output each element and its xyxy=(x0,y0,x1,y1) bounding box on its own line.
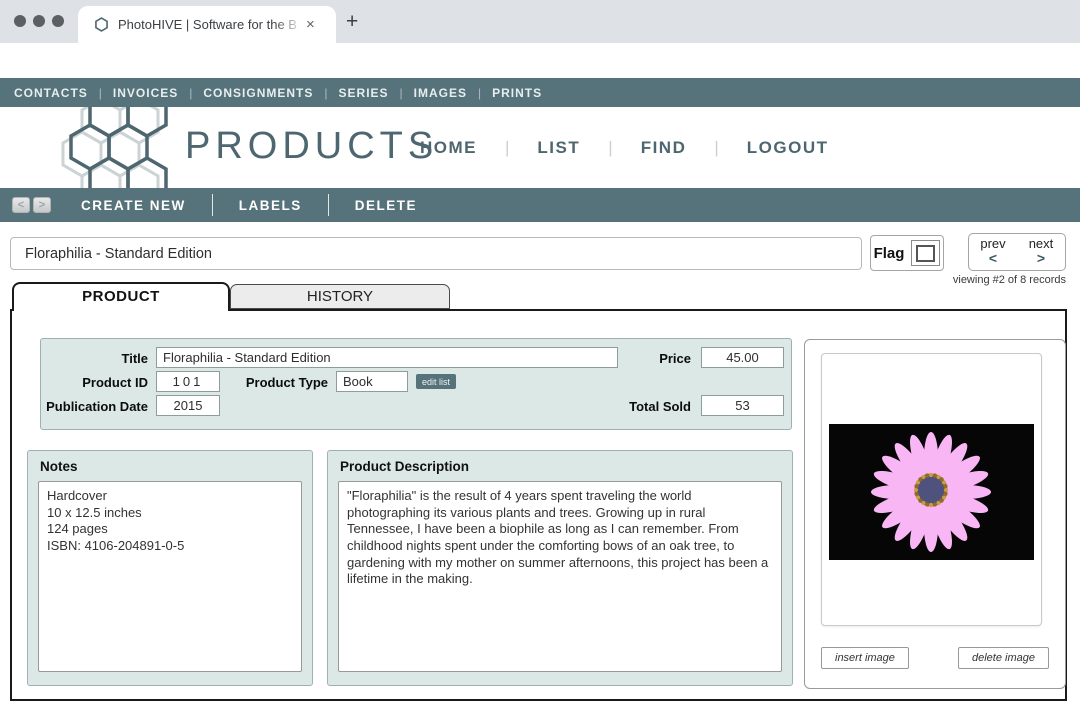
notes-label: Notes xyxy=(40,459,78,474)
record-forward-button[interactable]: > xyxy=(33,197,51,213)
menu-separator: | xyxy=(505,138,509,158)
insert-image-button[interactable]: insert image xyxy=(821,647,909,669)
record-count-status: viewing #2 of 8 records xyxy=(866,274,1066,286)
publication-date-input[interactable] xyxy=(156,395,220,416)
flag-checkbox-inner xyxy=(916,245,935,262)
total-sold-label: Total Sold xyxy=(591,399,691,414)
action-toolbar: < > CREATE NEW LABELS DELETE xyxy=(0,188,1080,222)
delete-image-button[interactable]: delete image xyxy=(958,647,1049,669)
browser-tab[interactable]: PhotoHIVE | Software for the B × xyxy=(78,6,336,43)
hexagon-favicon-icon xyxy=(94,17,109,32)
flower-image xyxy=(829,424,1034,560)
product-id-input[interactable] xyxy=(156,371,220,392)
browser-url-bar: ← → ↻ ⌂ https://photohive.buzz xyxy=(0,43,1080,78)
product-id-label: Product ID xyxy=(41,375,148,390)
prev-arrow-icon: < xyxy=(989,251,997,266)
price-label: Price xyxy=(591,351,691,366)
tab-title: PhotoHIVE | Software for the B xyxy=(118,17,304,32)
menu-separator: | xyxy=(714,138,718,158)
price-input[interactable] xyxy=(701,347,784,368)
notes-textarea[interactable]: Hardcover 10 x 12.5 inches 124 pages ISB… xyxy=(38,481,302,672)
nav-consignments[interactable]: CONSIGNMENTS xyxy=(203,86,313,100)
menu-list[interactable]: LIST xyxy=(537,138,580,158)
nav-separator: | xyxy=(324,86,327,100)
record-title-input[interactable] xyxy=(10,237,862,270)
delete-button[interactable]: DELETE xyxy=(355,198,417,213)
product-detail-panel: Title Product ID Publication Date Produc… xyxy=(10,309,1067,701)
description-textarea[interactable]: "Floraphilia" is the result of 4 years s… xyxy=(338,481,782,672)
product-image-frame xyxy=(821,353,1042,626)
record-nav-buttons: < > xyxy=(12,197,51,213)
create-new-button[interactable]: CREATE NEW xyxy=(81,198,186,213)
nav-separator: | xyxy=(189,86,192,100)
nav-separator: | xyxy=(99,86,102,100)
prev-record-button[interactable]: prev < xyxy=(969,234,1017,270)
product-type-input[interactable] xyxy=(336,371,408,392)
photohive-logo xyxy=(60,107,190,188)
product-form-panel: Title Product ID Publication Date Produc… xyxy=(40,338,792,430)
notes-panel: Notes Hardcover 10 x 12.5 inches 124 pag… xyxy=(27,450,313,686)
header-menu: HOME | LIST | FIND | LOGOUT xyxy=(420,107,829,188)
record-back-button[interactable]: < xyxy=(12,197,30,213)
module-nav-bar: CONTACTS | INVOICES | CONSIGNMENTS | SER… xyxy=(0,78,1080,107)
menu-logout[interactable]: LOGOUT xyxy=(747,138,829,158)
browser-top-bar: PhotoHIVE | Software for the B × + xyxy=(0,0,1080,43)
record-pager: prev < next > xyxy=(968,233,1066,271)
window-maximize-dot[interactable] xyxy=(52,15,64,27)
nav-invoices[interactable]: INVOICES xyxy=(113,86,178,100)
product-type-label: Product Type xyxy=(236,375,328,390)
window-minimize-dot[interactable] xyxy=(33,15,45,27)
nav-prints[interactable]: PRINTS xyxy=(492,86,542,100)
description-label: Product Description xyxy=(340,459,469,474)
description-panel: Product Description "Floraphilia" is the… xyxy=(327,450,793,686)
toolbar-separator xyxy=(328,194,329,216)
edit-list-button[interactable]: edit list xyxy=(416,374,456,389)
labels-button[interactable]: LABELS xyxy=(239,198,302,213)
flag-label: Flag xyxy=(874,245,905,262)
menu-find[interactable]: FIND xyxy=(641,138,687,158)
menu-separator: | xyxy=(608,138,612,158)
image-panel: insert image delete image xyxy=(804,339,1066,689)
next-record-button[interactable]: next > xyxy=(1017,234,1065,270)
publication-date-label: Publication Date xyxy=(41,399,148,414)
window-controls[interactable] xyxy=(14,15,64,27)
nav-series[interactable]: SERIES xyxy=(339,86,389,100)
total-sold-input[interactable] xyxy=(701,395,784,416)
page-header: PRODUCTS HOME | LIST | FIND | LOGOUT xyxy=(0,107,1080,188)
nav-images[interactable]: IMAGES xyxy=(414,86,467,100)
tab-product[interactable]: PRODUCT xyxy=(12,282,230,311)
menu-home[interactable]: HOME xyxy=(420,138,477,158)
title-label: Title xyxy=(41,351,148,366)
next-label: next xyxy=(1029,237,1054,251)
page-title: PRODUCTS xyxy=(185,125,438,168)
flag-group: Flag xyxy=(870,235,944,271)
tab-history[interactable]: HISTORY xyxy=(230,284,450,309)
window-close-dot[interactable] xyxy=(14,15,26,27)
next-arrow-icon: > xyxy=(1037,251,1045,266)
title-input[interactable] xyxy=(156,347,618,368)
toolbar-separator xyxy=(212,194,213,216)
nav-contacts[interactable]: CONTACTS xyxy=(14,86,88,100)
nav-separator: | xyxy=(400,86,403,100)
nav-separator: | xyxy=(478,86,481,100)
flag-checkbox[interactable] xyxy=(911,240,940,266)
prev-label: prev xyxy=(980,237,1005,251)
tab-close-icon[interactable]: × xyxy=(306,16,315,33)
new-tab-button[interactable]: + xyxy=(346,12,358,32)
